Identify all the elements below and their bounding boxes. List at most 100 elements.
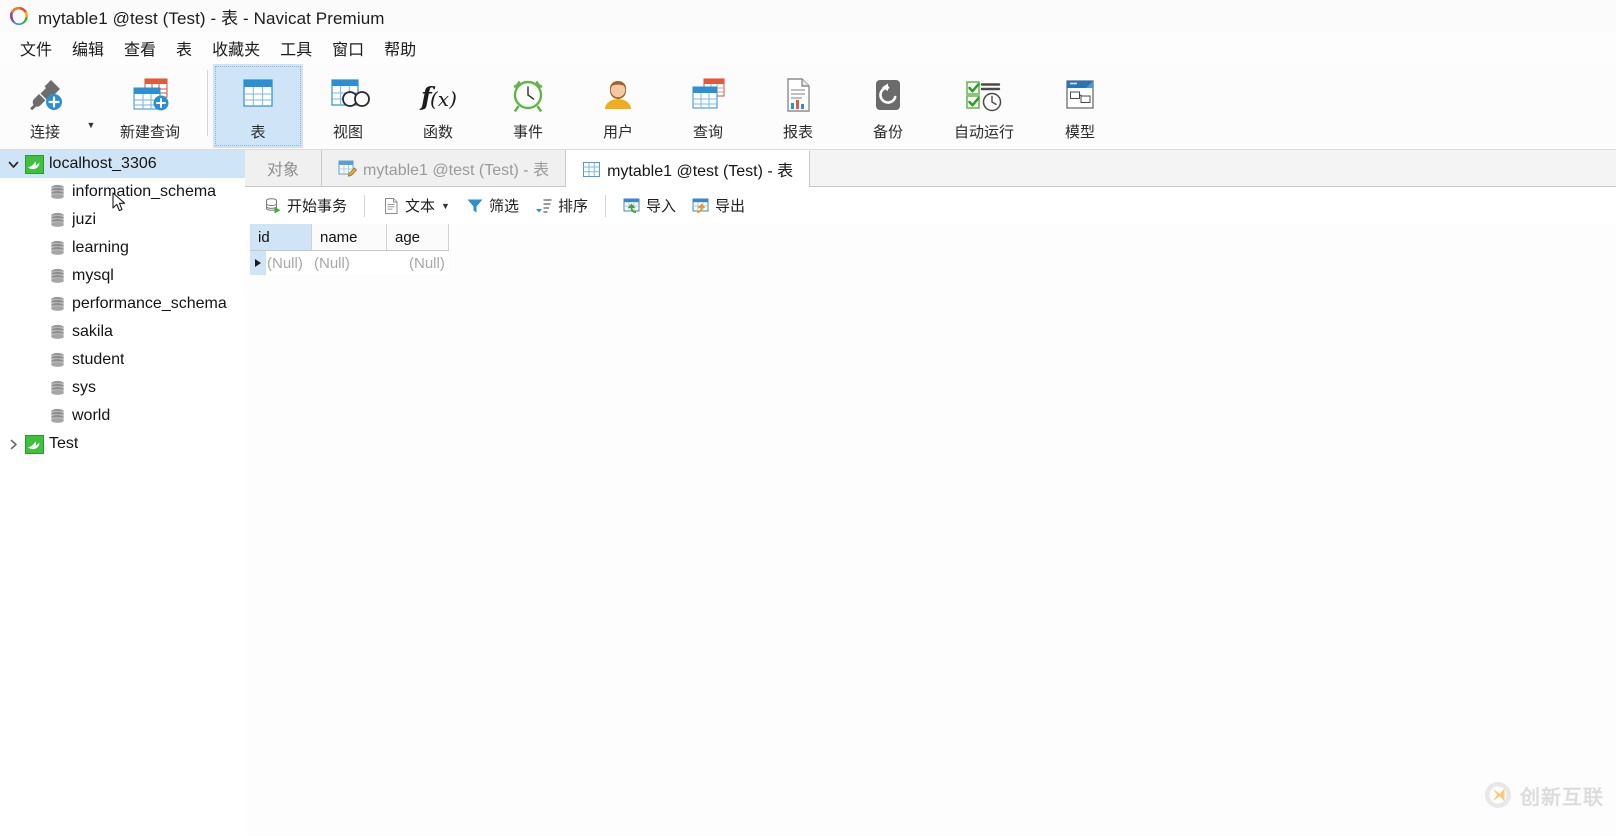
menu-tools[interactable]: 工具 bbox=[270, 34, 322, 62]
toolbar-button-table[interactable]: 表 bbox=[213, 64, 303, 148]
table-icon bbox=[237, 72, 279, 118]
menu-window[interactable]: 窗口 bbox=[322, 34, 374, 62]
model-icon bbox=[1060, 72, 1100, 118]
tab-label: mytable1 @test (Test) - 表 bbox=[363, 162, 550, 179]
menu-file[interactable]: 文件 bbox=[10, 34, 62, 62]
gridbar-divider-2 bbox=[604, 194, 606, 217]
sidebar-item-information_schema[interactable]: information_schema bbox=[0, 178, 245, 206]
chevron-down-icon[interactable]: ▼ bbox=[441, 201, 450, 211]
data-grid-header-row: id name age bbox=[250, 224, 449, 251]
export-button[interactable]: 导出 bbox=[685, 192, 752, 220]
toolbar-button-model[interactable]: 模型 bbox=[1035, 64, 1125, 148]
gridbar-divider bbox=[364, 194, 366, 217]
menu-help[interactable]: 帮助 bbox=[374, 34, 426, 62]
function-fx-icon: f (x) bbox=[415, 72, 461, 118]
database-icon bbox=[48, 295, 67, 314]
user-icon bbox=[598, 72, 638, 118]
toolbar-button-view[interactable]: 视图 bbox=[303, 64, 393, 148]
column-header-id[interactable]: id bbox=[250, 224, 312, 250]
menu-bar: 文件 编辑 查看 表 收藏夹 工具 窗口 帮助 bbox=[0, 32, 1616, 64]
toolbar-label-report: 报表 bbox=[782, 124, 813, 141]
sort-button[interactable]: 排序 bbox=[528, 192, 595, 220]
toolbar-label-automation: 自动运行 bbox=[953, 124, 1014, 141]
toolbar-button-function[interactable]: f (x) 函数 bbox=[393, 64, 483, 148]
sidebar-item-mysql[interactable]: mysql bbox=[0, 262, 245, 290]
database-icon bbox=[48, 239, 67, 258]
toolbar-button-automation[interactable]: 自动运行 bbox=[933, 64, 1035, 148]
text-label: 文本 bbox=[405, 198, 436, 215]
mysql-connection-icon bbox=[25, 154, 44, 174]
sidebar-item-localhost_3306[interactable]: localhost_3306 bbox=[0, 150, 245, 178]
menu-favorites[interactable]: 收藏夹 bbox=[202, 34, 270, 62]
sidebar-item-sys[interactable]: sys bbox=[0, 374, 245, 402]
table-row[interactable]: (Null) (Null) (Null) bbox=[250, 251, 449, 275]
toolbar-button-query[interactable]: 查询 bbox=[663, 64, 753, 148]
cell-id[interactable]: (Null) bbox=[266, 251, 312, 275]
sidebar-item-label: juzi bbox=[72, 211, 97, 228]
cell-name[interactable]: (Null) bbox=[312, 251, 387, 275]
tab-table-data[interactable]: mytable1 @test (Test) - 表 bbox=[566, 150, 811, 187]
database-icon bbox=[48, 323, 67, 342]
sidebar-item-sakila[interactable]: sakila bbox=[0, 318, 245, 346]
database-icon bbox=[48, 351, 67, 370]
sidebar-item-label: student bbox=[72, 351, 125, 368]
sidebar-item-world[interactable]: world bbox=[0, 402, 245, 430]
sidebar-item-student[interactable]: student bbox=[0, 346, 245, 374]
automation-icon bbox=[961, 72, 1007, 118]
row-arrow-icon bbox=[255, 259, 261, 267]
tab-objects[interactable]: 对象 bbox=[245, 150, 323, 186]
database-icon bbox=[48, 379, 67, 398]
sidebar-item-performance_schema[interactable]: performance_schema bbox=[0, 290, 245, 318]
chevron-down-icon[interactable] bbox=[6, 157, 20, 171]
menu-edit[interactable]: 编辑 bbox=[62, 34, 114, 62]
window-title: mytable1 @test (Test) - 表 - Navicat Prem… bbox=[38, 8, 385, 28]
cell-age[interactable]: (Null) bbox=[387, 251, 449, 275]
menu-view[interactable]: 查看 bbox=[114, 34, 166, 62]
toolbar-divider bbox=[207, 70, 208, 136]
column-header-name[interactable]: name bbox=[312, 224, 387, 250]
tab-label: mytable1 @test (Test) - 表 bbox=[607, 163, 794, 180]
column-header-label: age bbox=[395, 228, 421, 246]
sidebar-item-learning[interactable]: learning bbox=[0, 234, 245, 262]
filter-button[interactable]: 筛选 bbox=[459, 192, 526, 220]
table-designer-icon bbox=[338, 160, 358, 177]
toolbar-button-backup[interactable]: 备份 bbox=[843, 64, 933, 148]
tab-table-designer[interactable]: mytable1 @test (Test) - 表 bbox=[322, 150, 567, 186]
data-grid[interactable]: id name age (Null) (Null) (Null) bbox=[250, 224, 449, 275]
chevron-right-icon[interactable] bbox=[6, 437, 20, 451]
navicat-window: mytable1 @test (Test) - 表 - Navicat Prem… bbox=[0, 0, 1616, 836]
database-icon bbox=[48, 407, 67, 426]
export-icon bbox=[692, 197, 710, 215]
chevron-down-icon[interactable]: ▼ bbox=[84, 120, 98, 130]
column-header-age[interactable]: age bbox=[387, 224, 449, 250]
import-button[interactable]: 导入 bbox=[616, 192, 683, 220]
connection-plug-icon bbox=[24, 72, 66, 118]
toolbar-label-connection: 连接 bbox=[29, 124, 60, 141]
sidebar-item-label: learning bbox=[72, 239, 129, 256]
toolbar-button-user[interactable]: 用户 bbox=[573, 64, 663, 148]
filter-icon bbox=[466, 197, 484, 215]
toolbar-button-new-query[interactable]: 新建查询 bbox=[98, 64, 202, 148]
view-icon bbox=[326, 72, 370, 118]
cx-circle-logo-icon bbox=[1483, 780, 1513, 810]
svg-text:(x): (x) bbox=[430, 87, 457, 111]
sidebar-item-Test[interactable]: Test bbox=[0, 430, 245, 458]
toolbar-button-event[interactable]: 事件 bbox=[483, 64, 573, 148]
connection-tree-sidebar[interactable]: localhost_3306 information_schema juzi l… bbox=[0, 150, 245, 836]
navicat-logo-icon bbox=[8, 5, 30, 27]
sort-icon bbox=[535, 197, 553, 215]
backup-icon bbox=[868, 72, 908, 118]
current-row-indicator bbox=[250, 251, 266, 275]
menu-table[interactable]: 表 bbox=[166, 34, 202, 62]
column-header-label: id bbox=[258, 228, 270, 246]
database-icon bbox=[48, 211, 67, 230]
toolbar-button-report[interactable]: 报表 bbox=[753, 64, 843, 148]
mysql-connection-icon bbox=[25, 434, 44, 454]
sidebar-item-juzi[interactable]: juzi bbox=[0, 206, 245, 234]
toolbar-button-connection[interactable]: 连接 bbox=[6, 64, 84, 148]
text-button[interactable]: 文本 ▼ bbox=[375, 192, 457, 220]
begin-transaction-button[interactable]: 开始事务 bbox=[257, 192, 354, 220]
data-grid-toolbar: 开始事务 文本 ▼ 筛选 排序 导入 导出 bbox=[245, 187, 1616, 224]
watermark-text: 创新互联 bbox=[1520, 786, 1604, 809]
import-icon bbox=[623, 197, 641, 215]
